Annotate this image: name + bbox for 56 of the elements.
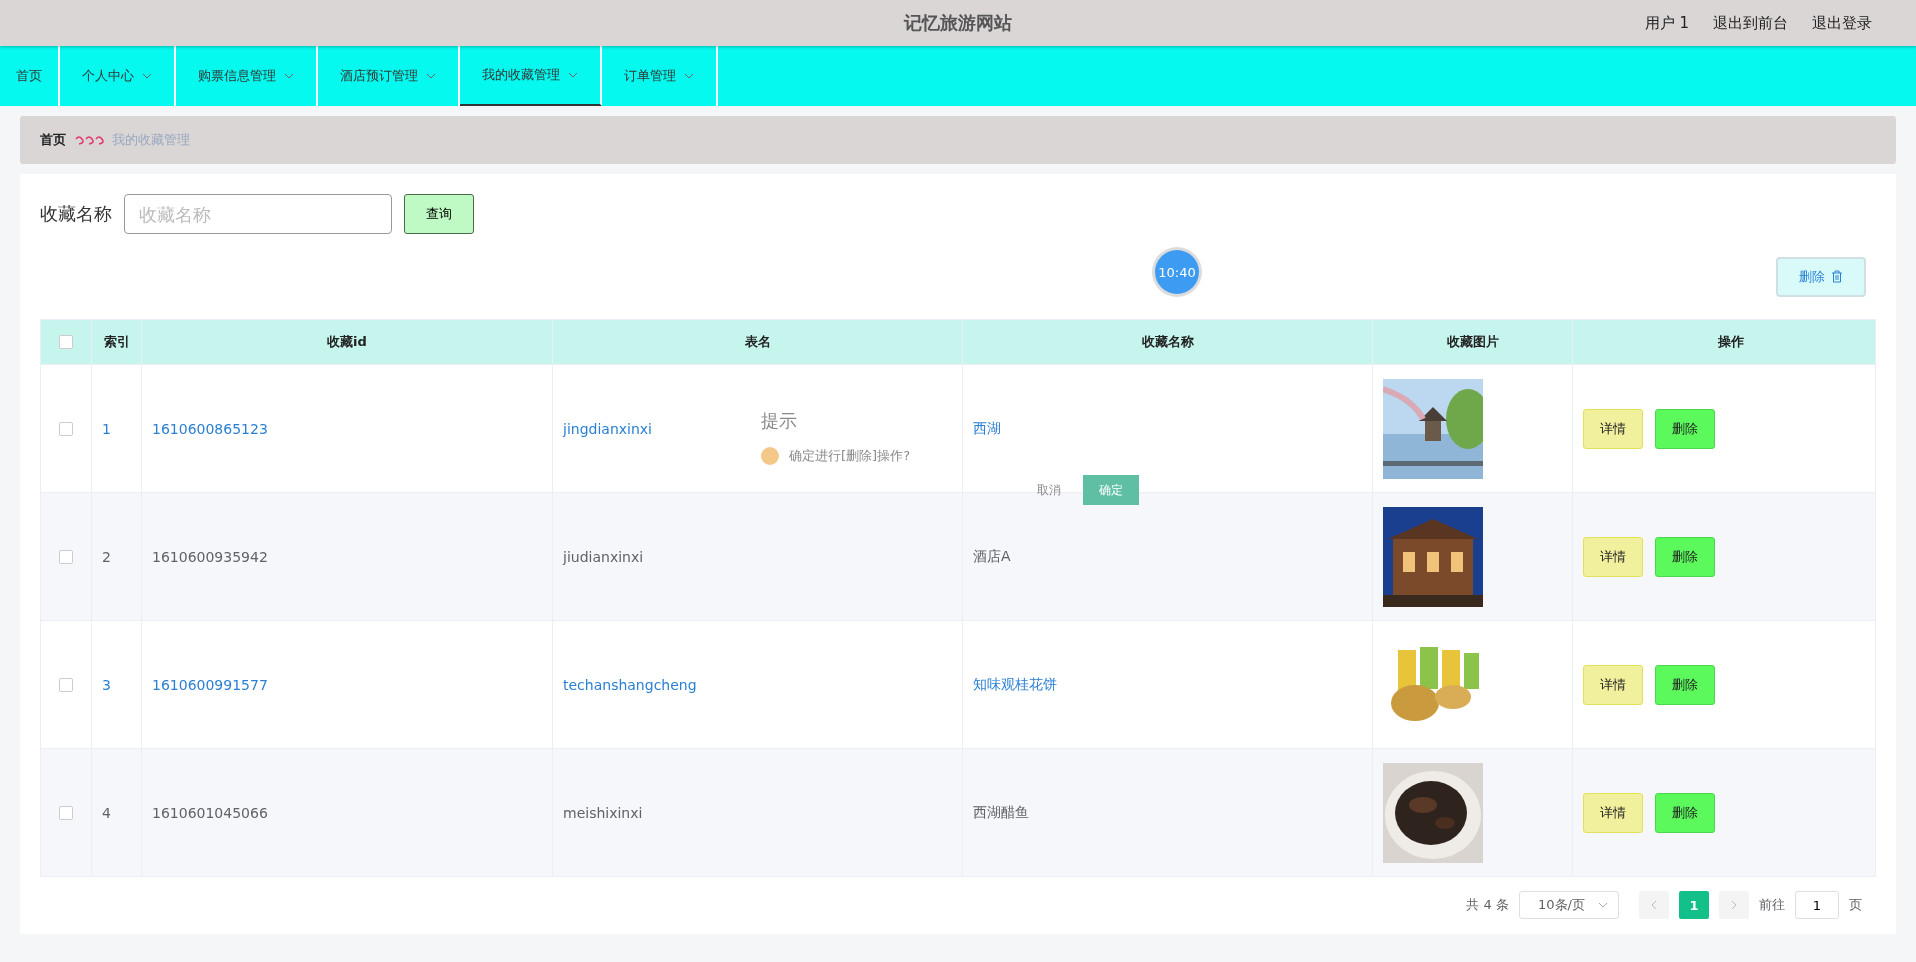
- breadcrumb-link[interactable]: 首页: [40, 131, 66, 149]
- site-title: 记忆旅游网站: [904, 11, 1012, 35]
- delete-button[interactable]: 删除: [1655, 792, 1715, 833]
- table-cell: 2: [102, 548, 111, 565]
- detail-button[interactable]: 详情: [1583, 408, 1643, 449]
- table-cell: jiudianxinxi: [563, 548, 644, 565]
- delete-button[interactable]: 删除: [1655, 536, 1715, 577]
- nav-tab[interactable]: 酒店预订管理: [318, 46, 460, 106]
- page-input[interactable]: 1: [1795, 891, 1839, 919]
- table-cell: 知味观桂花饼: [973, 675, 1057, 694]
- detail-button[interactable]: 详情: [1583, 664, 1643, 705]
- column-header: 操作: [1718, 333, 1744, 351]
- nav-tab[interactable]: 我的收藏管理: [460, 46, 602, 106]
- table-row[interactable]: 3 1610600991577 techanshangcheng 知味观桂花饼 详情 删除: [41, 620, 1875, 748]
- table-cell: 1610601045066: [152, 804, 268, 821]
- nav-tab[interactable]: 订单管理: [602, 46, 718, 106]
- table-cell: 西湖: [973, 419, 1001, 438]
- detail-button[interactable]: 详情: [1583, 536, 1643, 577]
- column-header: 索引: [103, 333, 130, 351]
- table-cell: meishixinxi: [563, 804, 643, 821]
- delete-button[interactable]: 删除: [1655, 408, 1715, 449]
- table-cell: techanshangcheng: [563, 676, 697, 693]
- table-cell: 1: [102, 420, 111, 437]
- dialog-message: 确定进行[删除]操作?: [789, 447, 911, 465]
- delete-button[interactable]: 删除: [1655, 664, 1715, 705]
- table-row[interactable]: 4 1610601045066 meishixinxi 西湖醋鱼 详情 删除: [41, 748, 1875, 876]
- delete-button[interactable]: 删除: [1776, 256, 1866, 297]
- column-header: 收藏id: [327, 333, 367, 351]
- table-cell: 4: [102, 804, 111, 821]
- nav-tab[interactable]: 首页: [0, 46, 60, 106]
- table-cell: 酒店A: [973, 547, 1011, 566]
- total-count: 共 4 条: [1466, 896, 1509, 914]
- column-header: 表名: [744, 333, 771, 351]
- breadcrumb-current: 我的收藏管理: [112, 131, 190, 149]
- column-header: 收藏图片: [1446, 333, 1499, 351]
- header-link[interactable]: 用户 1: [1644, 13, 1689, 33]
- header-link[interactable]: 退出登录: [1812, 13, 1872, 33]
- column-header: 收藏名称: [1141, 333, 1194, 351]
- goto-label: 前往: [1759, 896, 1785, 914]
- nav-tab[interactable]: 购票信息管理: [176, 46, 318, 106]
- table-cell: 西湖醋鱼: [973, 803, 1029, 822]
- nav-tab[interactable]: 个人中心: [60, 46, 176, 106]
- search-field[interactable]: 收藏名称: [124, 194, 392, 234]
- page-size-select[interactable]: 10条/页: [1519, 891, 1619, 919]
- table-cell: 3: [102, 676, 111, 693]
- page-suffix: 页: [1849, 896, 1862, 914]
- table-cell: 1610600935942: [152, 548, 268, 565]
- query-button[interactable]: 查询: [404, 194, 474, 234]
- table-cell: 1610600865123: [152, 420, 268, 437]
- dialog-title: 提示: [761, 410, 797, 431]
- search-label: 收藏名称: [40, 202, 112, 226]
- table-cell: jingdianxinxi: [563, 420, 652, 437]
- clock-badge: 10:40: [1155, 250, 1199, 294]
- detail-button[interactable]: 详情: [1583, 792, 1643, 833]
- table-cell: 1610600991577: [152, 676, 268, 693]
- header-link[interactable]: 退出到前台: [1713, 13, 1788, 33]
